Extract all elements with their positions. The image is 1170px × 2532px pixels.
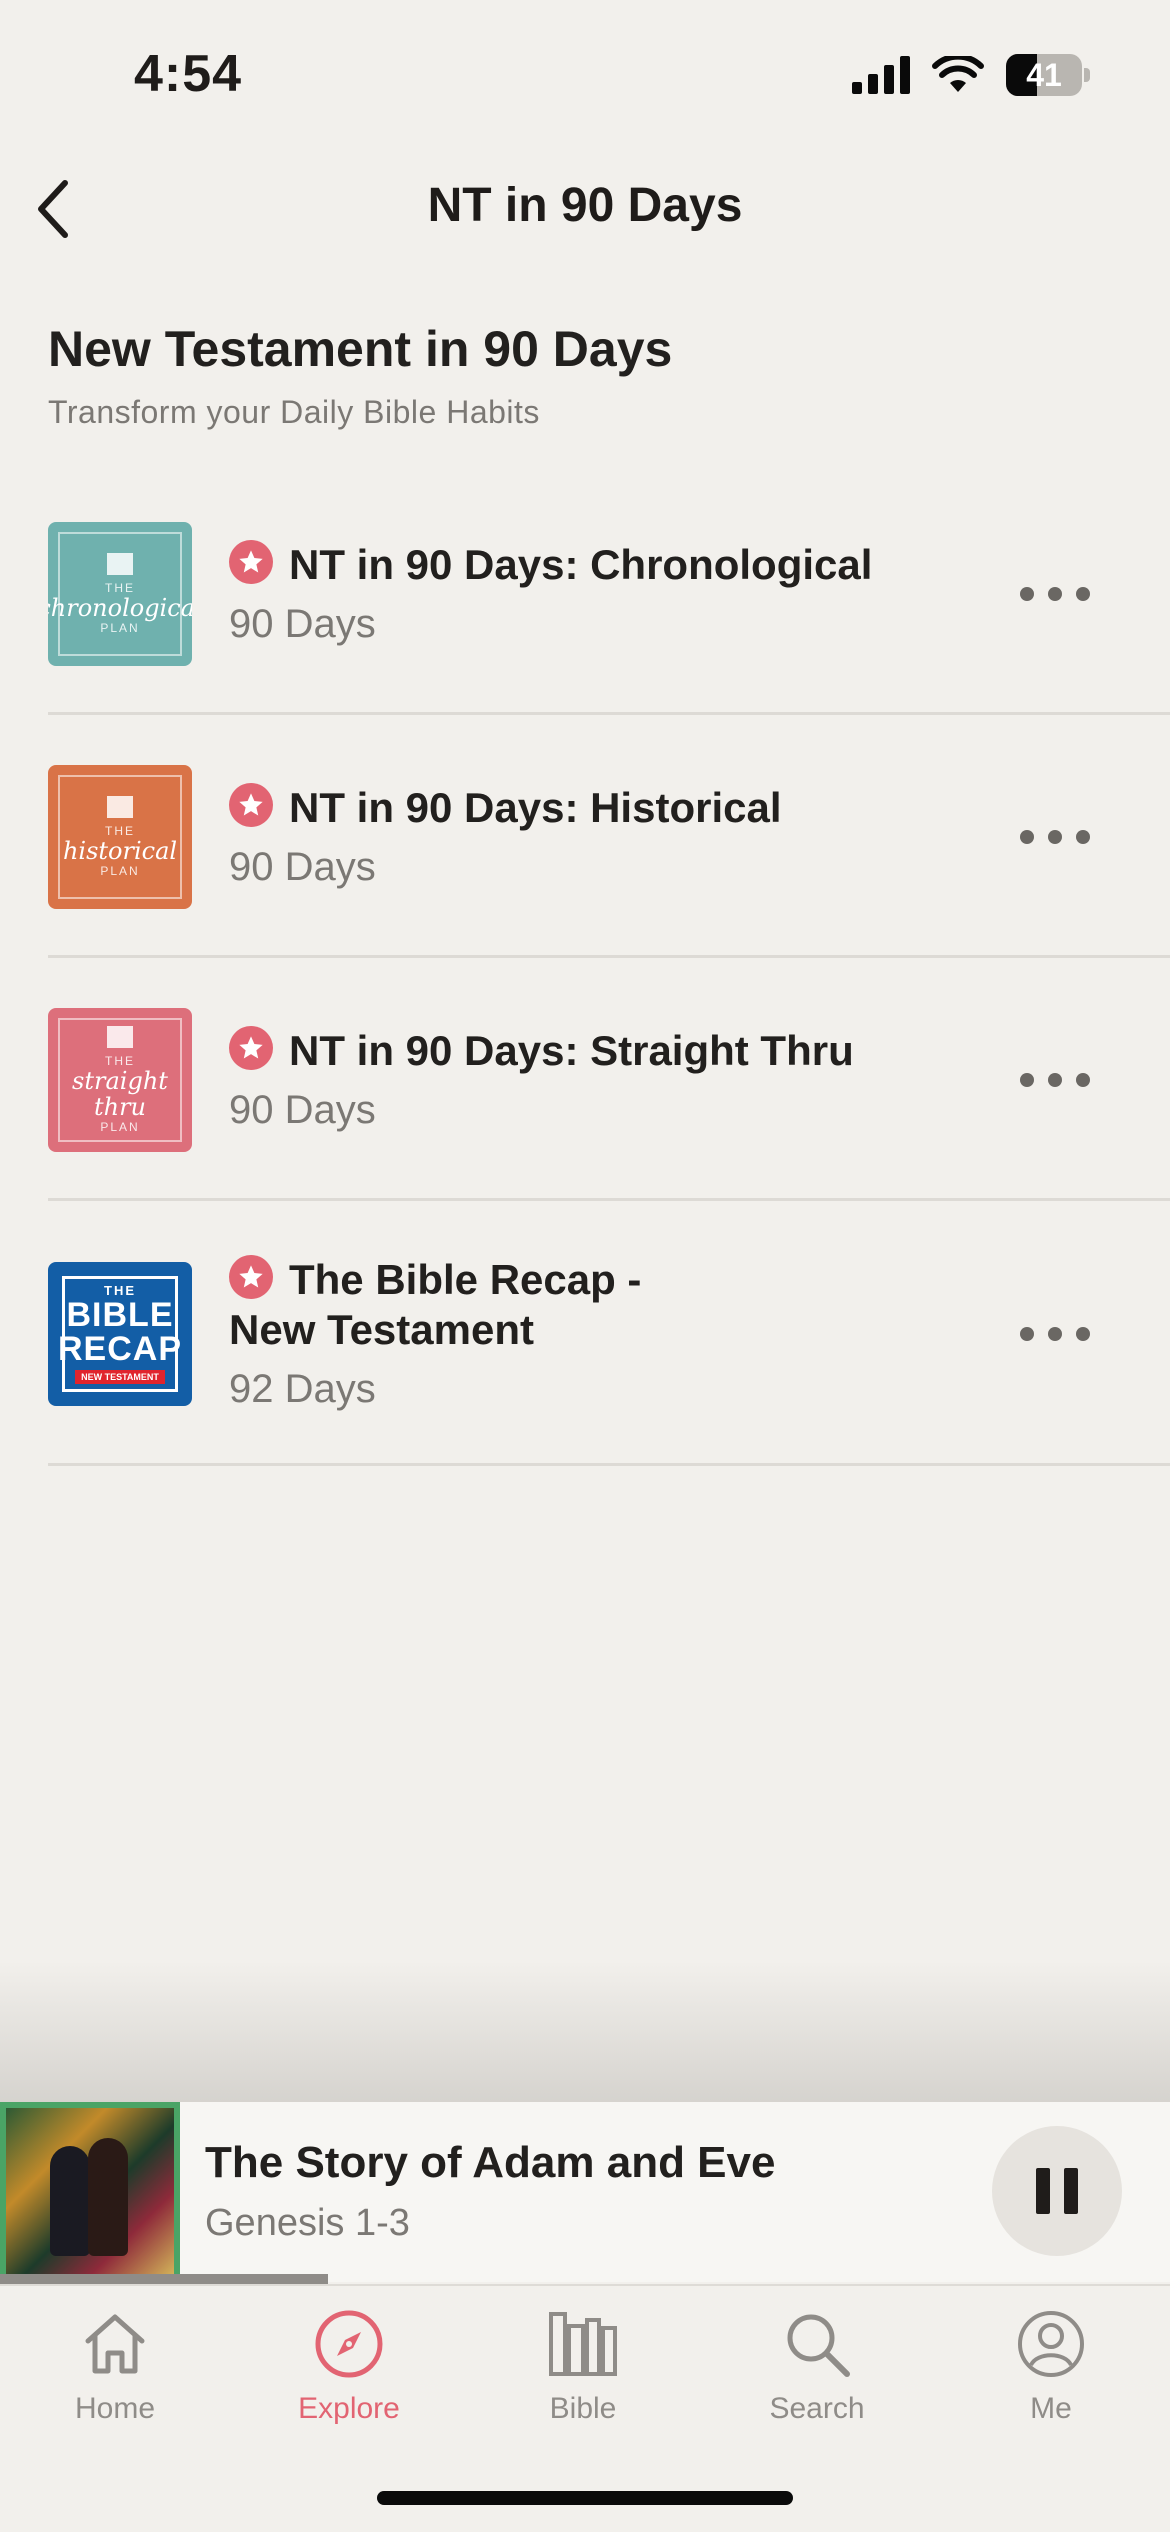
status-bar: 4:54 41: [0, 0, 1170, 150]
home-indicator: [377, 2491, 793, 2505]
now-playing-subtitle: Genesis 1-3: [205, 2202, 410, 2244]
plan-thumbnail: THE BIBLE RECAP NEW TESTAMENT: [48, 1261, 192, 1406]
more-dots-icon: [1020, 586, 1034, 601]
tab-label: Bible: [549, 2392, 617, 2425]
profile-icon: [1011, 2304, 1091, 2384]
plan-duration: 92 Days: [229, 1367, 376, 1411]
star-icon: [229, 540, 273, 584]
star-icon: [229, 1026, 273, 1070]
wifi-icon: [932, 56, 984, 92]
battery-level: 41: [1026, 57, 1062, 93]
plan-row-straight-thru[interactable]: THE straight thru PLAN NT in 90 Days: St…: [0, 958, 1170, 1201]
plan-thumbnail: THE historical PLAN: [48, 764, 192, 909]
battery-icon: 41: [1006, 54, 1090, 96]
tab-search[interactable]: Search: [727, 2304, 907, 2426]
plan-thumbnail: THE chronological PLAN: [48, 521, 192, 666]
home-icon: [75, 2304, 155, 2384]
page-title: New Testament in 90 Days: [48, 321, 673, 377]
nav-bar: NT in 90 Days: [0, 160, 1170, 252]
plan-row-bible-recap[interactable]: THE BIBLE RECAP NEW TESTAMENT The Bible …: [0, 1201, 1170, 1466]
search-icon: [777, 2304, 857, 2384]
plan-row-historical[interactable]: THE historical PLAN NT in 90 Days: Histo…: [0, 715, 1170, 958]
status-icons: 41: [852, 54, 1090, 96]
plan-list: THE chronological PLAN NT in 90 Days: Ch…: [0, 472, 1170, 1466]
tab-label: Explore: [298, 2392, 400, 2425]
playback-progress: [0, 2274, 1170, 2284]
plan-row-chronological[interactable]: THE chronological PLAN NT in 90 Days: Ch…: [0, 472, 1170, 715]
now-playing-title: The Story of Adam and Eve: [205, 2138, 776, 2187]
more-dots-icon: [1020, 1326, 1034, 1341]
more-dots-icon: [1020, 829, 1034, 844]
pause-button[interactable]: [992, 2126, 1122, 2256]
tab-label: Home: [74, 2392, 156, 2425]
more-options-button[interactable]: [1020, 1060, 1090, 1100]
now-playing-bar[interactable]: The Story of Adam and Eve Genesis 1-3: [0, 2102, 1170, 2282]
tab-label: Me: [1030, 2392, 1072, 2425]
tab-bible[interactable]: Bible: [493, 2304, 673, 2426]
star-icon: [229, 1255, 273, 1299]
more-options-button[interactable]: [1020, 574, 1090, 614]
status-time: 4:54: [134, 45, 243, 103]
tab-label: Search: [769, 2392, 865, 2425]
now-playing-artwork: [0, 2102, 180, 2282]
plan-thumbnail: THE straight thru PLAN: [48, 1007, 192, 1152]
plan-title: NT in 90 Days: Chronological: [289, 541, 873, 588]
plan-title: The Bible Recap -: [289, 1256, 642, 1303]
page-subtitle: Transform your Daily Bible Habits: [48, 394, 540, 430]
player-shadow: [0, 1960, 1170, 2102]
more-options-button[interactable]: [1020, 1314, 1090, 1354]
tab-me[interactable]: Me: [961, 2304, 1141, 2426]
tab-explore[interactable]: Explore: [259, 2304, 439, 2426]
nav-title: NT in 90 Days: [427, 179, 743, 232]
star-icon: [229, 783, 273, 827]
compass-icon: [309, 2304, 389, 2384]
pause-icon: [1036, 2168, 1050, 2214]
divider: [48, 1463, 1170, 1466]
books-icon: [543, 2304, 623, 2384]
plan-title: NT in 90 Days: Straight Thru: [289, 1027, 854, 1074]
signal-icon: [852, 56, 910, 94]
more-options-button[interactable]: [1020, 817, 1090, 857]
tab-home[interactable]: Home: [25, 2304, 205, 2426]
more-dots-icon: [1020, 1072, 1034, 1087]
plan-title: NT in 90 Days: Historical: [289, 784, 782, 831]
